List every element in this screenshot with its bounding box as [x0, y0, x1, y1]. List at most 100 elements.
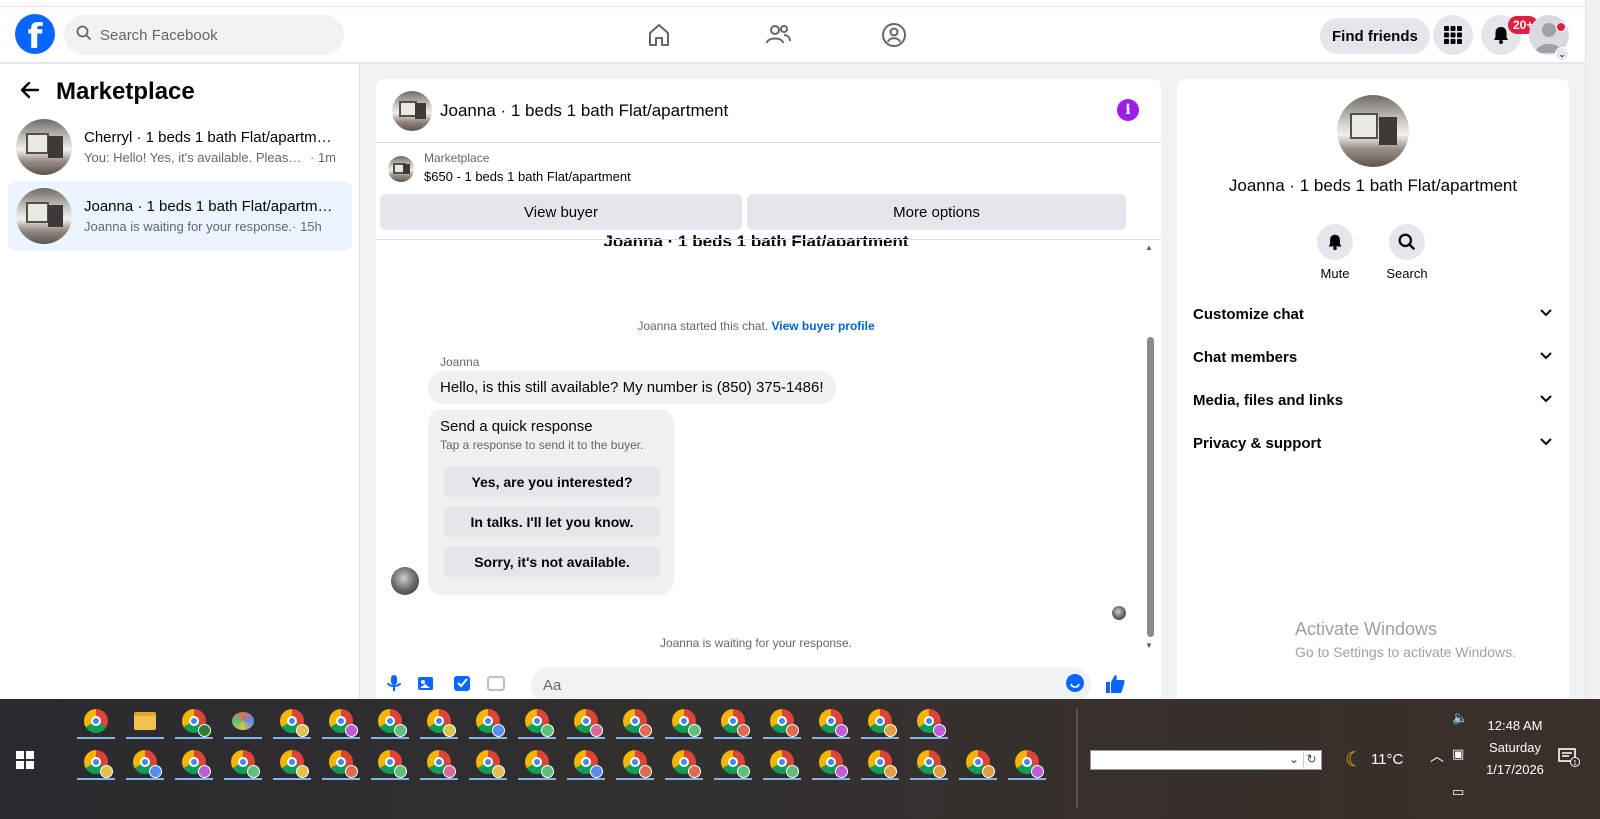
chat-title[interactable]: Joanna · 1 beds 1 bath Flat/apartment: [440, 101, 728, 121]
paint-app-icon[interactable]: [221, 703, 265, 739]
find-friends-button[interactable]: Find friends: [1320, 18, 1430, 54]
chrome-profile-icon[interactable]: [417, 744, 461, 780]
search-bar[interactable]: [64, 15, 344, 55]
chrome-profile-icon[interactable]: [564, 744, 608, 780]
chrome-profile-icon[interactable]: [466, 703, 510, 739]
account-alert-dot: [1556, 22, 1566, 32]
tray-overflow-chevron-icon[interactable]: ︿: [1430, 746, 1444, 766]
back-arrow-icon[interactable]: [20, 78, 56, 106]
chrome-profile-icon[interactable]: [270, 744, 314, 780]
chrome-profile-icon[interactable]: [123, 744, 167, 780]
chrome-profile-icon[interactable]: [613, 703, 657, 739]
section-privacy-support[interactable]: Privacy & support: [1193, 425, 1553, 461]
chrome-icon[interactable]: [74, 703, 118, 739]
microphone-icon[interactable]: [384, 673, 404, 693]
chrome-profile-icon[interactable]: [172, 744, 216, 780]
chrome-profile-icon[interactable]: [270, 703, 314, 739]
refresh-icon[interactable]: ↻: [1303, 752, 1319, 768]
photo-icon[interactable]: [416, 673, 436, 693]
chrome-profile-icon[interactable]: [319, 744, 363, 780]
quick-response-option[interactable]: Sorry, it's not available.: [444, 546, 660, 577]
mute-action[interactable]: Mute: [1295, 224, 1375, 281]
quick-response-option[interactable]: Yes, are you interested?: [444, 466, 660, 497]
more-options-button[interactable]: More options: [747, 194, 1126, 230]
sidebar-title: Marketplace: [56, 78, 195, 105]
weather-widget[interactable]: ☾ 11°C: [1345, 747, 1403, 771]
gif-icon[interactable]: [486, 673, 506, 693]
search-action[interactable]: Search: [1367, 224, 1447, 281]
search-icon[interactable]: [1389, 224, 1425, 260]
chrome-profile-icon[interactable]: [760, 703, 804, 739]
chrome-profile-icon[interactable]: [956, 744, 1000, 780]
chrome-profile-icon[interactable]: [368, 744, 412, 780]
taskbar-address-box[interactable]: ⌄ ↻: [1090, 750, 1322, 770]
chat-panel: Joanna · 1 beds 1 bath Flat/apartment i …: [376, 79, 1161, 699]
facebook-logo-icon[interactable]: f: [15, 14, 55, 54]
marketplace-label: Marketplace: [424, 151, 490, 165]
divider: [376, 239, 1161, 240]
chrome-profile-icon[interactable]: [711, 744, 755, 780]
chrome-profile-icon[interactable]: [74, 744, 118, 780]
menu-grid-icon[interactable]: [1433, 15, 1473, 55]
section-label: Chat members: [1193, 348, 1298, 366]
chrome-profile-icon[interactable]: [760, 744, 804, 780]
section-customize-chat[interactable]: Customize chat: [1193, 296, 1553, 332]
chrome-profile-icon[interactable]: [711, 703, 755, 739]
file-explorer-icon[interactable]: [123, 703, 167, 739]
view-buyer-profile-link[interactable]: View buyer profile: [771, 319, 874, 333]
search-input[interactable]: [100, 26, 320, 44]
info-icon[interactable]: i: [1117, 99, 1139, 121]
chrome-profile-icon[interactable]: [858, 744, 902, 780]
chrome-profile-icon[interactable]: [417, 703, 461, 739]
action-center-icon[interactable]: 1: [1558, 747, 1580, 769]
account-chevron-down-icon[interactable]: ⌄: [1555, 47, 1569, 61]
chrome-profile-icon[interactable]: [662, 703, 706, 739]
chrome-profile-icon[interactable]: [809, 744, 853, 780]
browser-scrollbar[interactable]: [1585, 0, 1600, 699]
section-media-files-links[interactable]: Media, files and links: [1193, 382, 1553, 418]
conversation-item-cherryl[interactable]: Cherryl · 1 beds 1 bath Flat/apartment Y…: [8, 112, 352, 182]
scroll-up-arrow-icon[interactable]: ▲: [1145, 243, 1153, 252]
chrome-profile-icon[interactable]: [613, 744, 657, 780]
volume-icon[interactable]: 🔈: [1452, 711, 1468, 726]
taskbar-clock[interactable]: 12:48 AM Saturday 1/17/2026: [1470, 715, 1560, 781]
friends-icon[interactable]: [764, 21, 792, 49]
listing-summary[interactable]: Marketplace $650 - 1 beds 1 bath Flat/ap…: [388, 151, 631, 184]
chrome-profile-icon[interactable]: [221, 744, 265, 780]
chrome-profile-icon[interactable]: [368, 703, 412, 739]
chrome-profile-icon[interactable]: [662, 744, 706, 780]
conversation-item-joanna[interactable]: Joanna · 1 beds 1 bath Flat/apartment Jo…: [8, 181, 352, 251]
sticker-icon[interactable]: [452, 673, 472, 693]
home-icon[interactable]: [645, 21, 673, 49]
network-icon[interactable]: ▭: [1452, 785, 1464, 800]
message-input[interactable]: [531, 667, 1091, 699]
chat-scrollbar[interactable]: ▲ ▼: [1145, 243, 1155, 699]
chat-listing-thumbnail[interactable]: [392, 90, 432, 131]
chrome-profile-icon[interactable]: [515, 744, 559, 780]
chrome-profile-icon[interactable]: [564, 703, 608, 739]
section-chat-members[interactable]: Chat members: [1193, 339, 1553, 375]
chrome-profile-icon[interactable]: [809, 703, 853, 739]
scroll-down-arrow-icon[interactable]: ▼: [1145, 641, 1153, 650]
details-listing-avatar[interactable]: [1337, 95, 1409, 167]
incoming-message-bubble[interactable]: Hello, is this still available? My numbe…: [428, 371, 836, 404]
groups-icon[interactable]: [880, 21, 908, 49]
view-buyer-button[interactable]: View buyer: [380, 194, 742, 230]
chrome-profile-icon[interactable]: [172, 703, 216, 739]
chrome-profile-icon[interactable]: [466, 744, 510, 780]
chrome-profile-icon[interactable]: [319, 703, 363, 739]
chrome-profile-icon[interactable]: [907, 703, 951, 739]
emoji-icon[interactable]: [1065, 673, 1085, 693]
chrome-profile-icon[interactable]: [515, 703, 559, 739]
quick-response-option[interactable]: In talks. I'll let you know.: [444, 506, 660, 537]
dropdown-chevron-icon[interactable]: ⌄: [1289, 752, 1299, 766]
chrome-profile-icon[interactable]: [1005, 744, 1049, 780]
chrome-profile-icon[interactable]: [907, 744, 951, 780]
scrollbar-thumb[interactable]: [1147, 337, 1154, 637]
meet-now-icon[interactable]: ▣: [1452, 747, 1464, 762]
bell-icon[interactable]: [1317, 224, 1353, 260]
sender-avatar[interactable]: [391, 567, 419, 595]
like-thumbs-up-icon[interactable]: [1104, 673, 1125, 693]
windows-start-icon[interactable]: [16, 751, 34, 769]
chrome-profile-icon[interactable]: [858, 703, 902, 739]
